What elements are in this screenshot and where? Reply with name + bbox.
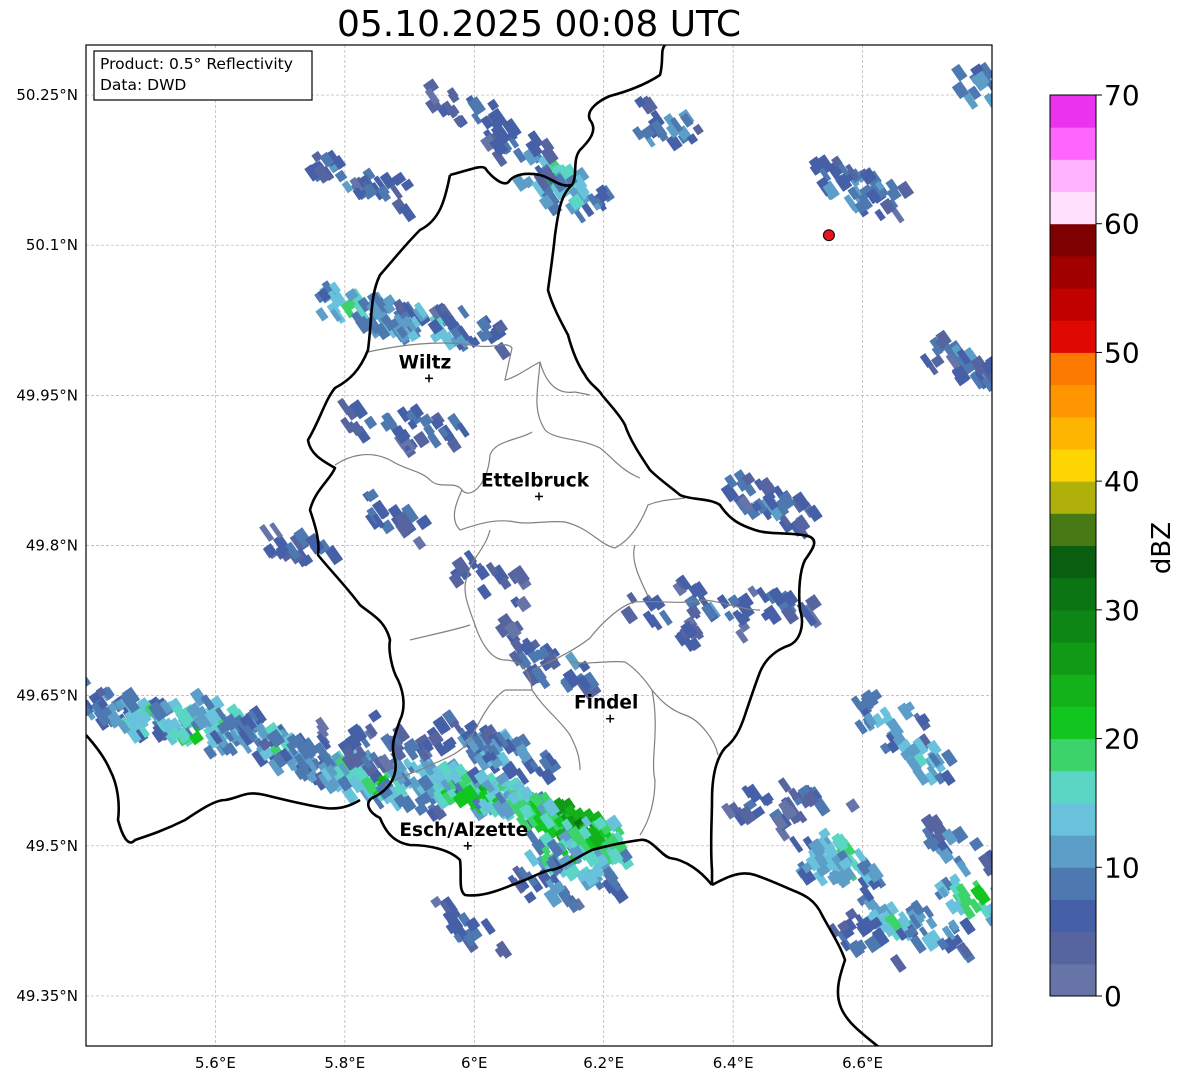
info-product: Product: 0.5° Reflectivity [100,55,293,73]
colorbar-tick-label: 30 [1104,594,1140,627]
colorbar-swatch [1050,127,1096,160]
x-axis: 5.6°E 5.8°E 6°E 6.2°E 6.4°E 6.6°E [195,1054,883,1072]
city-label: Wiltz [399,352,452,373]
info-source: Data: DWD [100,76,186,94]
colorbar-swatch [1050,738,1096,772]
y-tick-label: 50.25°N [16,86,78,104]
colorbar-swatch [1050,320,1096,353]
colorbar-swatch [1050,223,1096,257]
city-label: Ettelbruck [481,470,590,491]
x-tick-label: 5.8°E [324,1054,365,1072]
colorbar-swatch [1050,963,1096,997]
colorbar-tick-label: 60 [1104,208,1140,241]
colorbar-swatch [1050,288,1096,321]
y-tick-label: 50.1°N [26,236,78,254]
colorbar-tick-label: 10 [1104,851,1140,884]
colorbar-swatch [1050,448,1096,482]
colorbar-swatch [1050,159,1096,193]
colorbar-swatch [1050,899,1096,933]
y-tick-label: 49.65°N [16,687,78,705]
y-tick-label: 49.35°N [16,987,78,1005]
info-box: Product: 0.5° Reflectivity Data: DWD [93,50,313,101]
colorbar-swatch [1050,609,1096,643]
colorbar-tick-label: 20 [1104,723,1140,756]
colorbar-swatch [1050,513,1096,546]
x-tick-label: 6.2°E [583,1054,624,1072]
colorbar-swatch [1050,802,1096,836]
colorbar-swatch [1050,867,1096,900]
colorbar-swatch [1050,674,1096,707]
city-label: Esch/Alzette [399,820,528,841]
city-label: Findel [574,693,638,714]
colorbar-swatch [1050,95,1096,128]
colorbar-swatches [1050,95,1096,997]
colorbar-tick-label: 0 [1104,980,1122,1013]
radar-map: 5.6°E 5.8°E 6°E 6.2°E 6.4°E 6.6°E 50.25°N 50.1… [16,44,993,1072]
x-tick-label: 6.4°E [713,1054,754,1072]
colorbar-swatch [1050,642,1096,675]
x-tick-label: 5.6°E [195,1054,236,1072]
y-tick-label: 49.8°N [26,537,78,555]
colorbar-label: dBZ [1147,522,1177,574]
colorbar-swatch [1050,255,1096,289]
x-tick-label: 6.6°E [842,1054,883,1072]
colorbar-swatch [1050,577,1096,611]
x-tick-label: 6°E [461,1054,488,1072]
colorbar-tick-label: 70 [1104,79,1140,112]
colorbar-swatch [1050,416,1096,450]
colorbar-tick-label: 40 [1104,465,1140,498]
colorbar-ticks: 0 10 20 30 40 50 60 70 [1096,79,1140,1013]
colorbar-swatch [1050,931,1096,965]
colorbar-tick-label: 50 [1104,336,1140,369]
colorbar-swatch [1050,545,1096,579]
y-axis: 50.25°N 50.1°N 49.95°N 49.8°N 49.65°N 49.5°N 4… [16,86,78,1005]
colorbar-swatch [1050,352,1096,386]
colorbar-swatch [1050,481,1096,514]
colorbar-swatch [1050,706,1096,740]
colorbar-swatch [1050,770,1096,804]
colorbar-swatch [1050,835,1096,868]
colorbar-frame [1049,94,1097,997]
colorbar-swatch [1050,384,1096,418]
colorbar-swatch [1050,191,1096,225]
y-tick-label: 49.95°N [16,386,78,404]
y-tick-label: 49.5°N [26,837,78,855]
radar-site-marker [822,229,835,242]
